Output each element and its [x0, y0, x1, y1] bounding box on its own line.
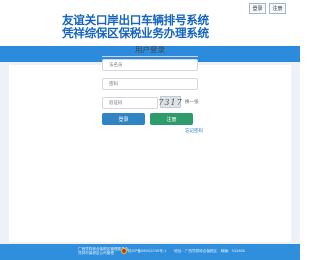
register-button[interactable]: 注册 — [150, 113, 193, 125]
police-emblem-icon — [121, 248, 127, 254]
login-title: 用户登录 — [135, 45, 165, 54]
footer-icp[interactable]: 桂ICP备08002039号-1 — [128, 249, 166, 253]
forgot-password-link[interactable]: 忘记密码 — [185, 128, 203, 134]
username-input[interactable] — [102, 59, 198, 71]
login-panel — [9, 65, 291, 242]
captcha-input[interactable] — [102, 97, 158, 109]
login-button[interactable]: 登录 — [102, 113, 145, 125]
header-login-button[interactable]: 登录 — [249, 3, 266, 14]
footer-address: 地址：广西凭祥综合保税区 邮编：532600 — [174, 249, 246, 253]
refresh-captcha-link[interactable]: 换一张 — [185, 99, 199, 105]
system-title-line2: 凭祥综保区保税业务办理系统 — [62, 26, 209, 40]
header-register-button[interactable]: 注册 — [269, 3, 286, 14]
footer: 广西凭祥综合保税区管理委员会 凭祥市保税区公司管理 桂ICP备08002039号… — [0, 244, 300, 260]
login-title-divider — [102, 56, 198, 57]
captcha-image[interactable]: 7317 — [158, 96, 182, 108]
header: 友谊关口岸出口车辆排号系统 凭祥综保区保税业务办理系统 登录 注册 — [0, 0, 300, 50]
password-input[interactable] — [102, 78, 198, 90]
